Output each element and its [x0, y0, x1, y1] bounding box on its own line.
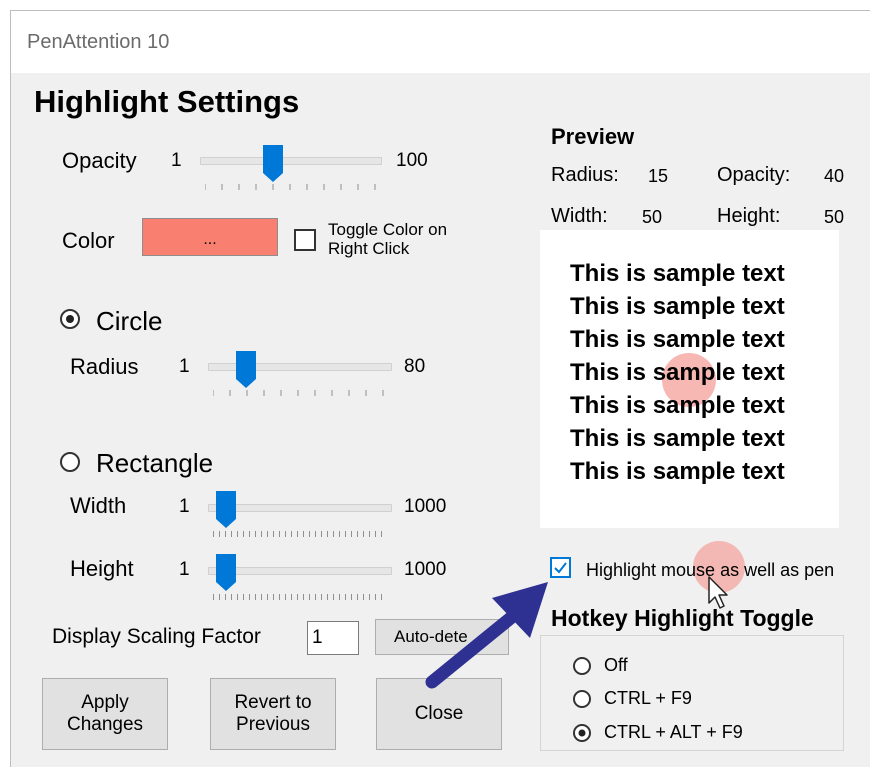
rectangle-label: Rectangle: [96, 448, 214, 478]
sample-text-line: This is sample text: [570, 326, 785, 353]
color-label: Color: [62, 228, 115, 253]
opacity-ticks: [205, 184, 376, 190]
title-bar: PenAttention 10: [11, 11, 870, 73]
width-slider-thumb[interactable]: [216, 491, 236, 529]
radius-ticks: [213, 390, 384, 396]
opacity-slider-thumb[interactable]: [263, 145, 283, 183]
height-label: Height: [70, 556, 134, 581]
width-label: Width: [70, 493, 127, 518]
highlight-settings-heading: Highlight Settings: [34, 84, 300, 119]
sample-text-line: This is sample text: [570, 359, 785, 386]
annotation-arrow-icon: [425, 582, 548, 689]
hotkey-off-radio[interactable]: [573, 657, 591, 675]
hotkey-heading: Hotkey Highlight Toggle: [551, 605, 814, 631]
hotkey-off-label: Off: [604, 655, 628, 675]
window-title: PenAttention 10: [27, 31, 170, 53]
toggle-color-label: Toggle Color on Right Click: [328, 220, 448, 258]
preview-area: This is sample text This is sample text …: [540, 230, 839, 528]
sample-text-line: This is sample text: [570, 425, 785, 452]
sample-text-line: This is sample text: [570, 458, 785, 485]
radius-slider-thumb[interactable]: [236, 351, 256, 389]
height-ticks: [213, 594, 385, 600]
display-scaling-input[interactable]: 1: [307, 621, 359, 655]
radius-min: 1: [179, 356, 190, 377]
rectangle-radio[interactable]: [60, 452, 80, 472]
sample-text-line: This is sample text: [570, 260, 785, 287]
preview-opacity-label: Opacity:: [717, 164, 791, 186]
display-scaling-label: Display Scaling Factor: [52, 625, 261, 648]
height-slider-thumb[interactable]: [216, 554, 236, 592]
opacity-max: 100: [396, 150, 428, 171]
preview-height-label: Height:: [717, 205, 781, 227]
opacity-min: 1: [171, 150, 182, 171]
width-min: 1: [179, 496, 190, 517]
circle-label: Circle: [96, 306, 163, 336]
toggle-color-checkbox[interactable]: [294, 229, 316, 251]
revert-button[interactable]: Revert to Previous: [210, 678, 336, 750]
preview-heading: Preview: [551, 124, 635, 149]
color-picker-button[interactable]: ...: [142, 218, 278, 256]
preview-width-value: 50: [642, 207, 663, 227]
apply-changes-button[interactable]: Apply Changes: [42, 678, 168, 750]
sample-text-line: This is sample text: [570, 293, 785, 320]
sample-text-line: This is sample text: [570, 392, 785, 419]
preview-width-label: Width:: [551, 205, 608, 227]
radius-label: Radius: [70, 354, 139, 379]
radius-max: 80: [404, 356, 426, 377]
circle-radio[interactable]: [60, 309, 80, 329]
hotkey-ctrl-alt-f9-label: CTRL + ALT + F9: [604, 722, 743, 742]
opacity-slider-track[interactable]: [200, 157, 382, 165]
width-max: 1000: [404, 496, 447, 517]
preview-opacity-value: 40: [824, 166, 845, 186]
preview-radius-value: 15: [648, 166, 669, 186]
preview-radius-label: Radius:: [551, 164, 619, 186]
hotkey-ctrl-alt-f9-radio[interactable]: [573, 724, 591, 742]
hotkey-ctrl-f9-radio[interactable]: [573, 690, 591, 708]
opacity-label: Opacity: [62, 148, 137, 173]
height-min: 1: [179, 559, 190, 580]
width-ticks: [213, 531, 385, 537]
hotkey-ctrl-f9-label: CTRL + F9: [604, 688, 692, 708]
preview-height-value: 50: [824, 207, 845, 227]
